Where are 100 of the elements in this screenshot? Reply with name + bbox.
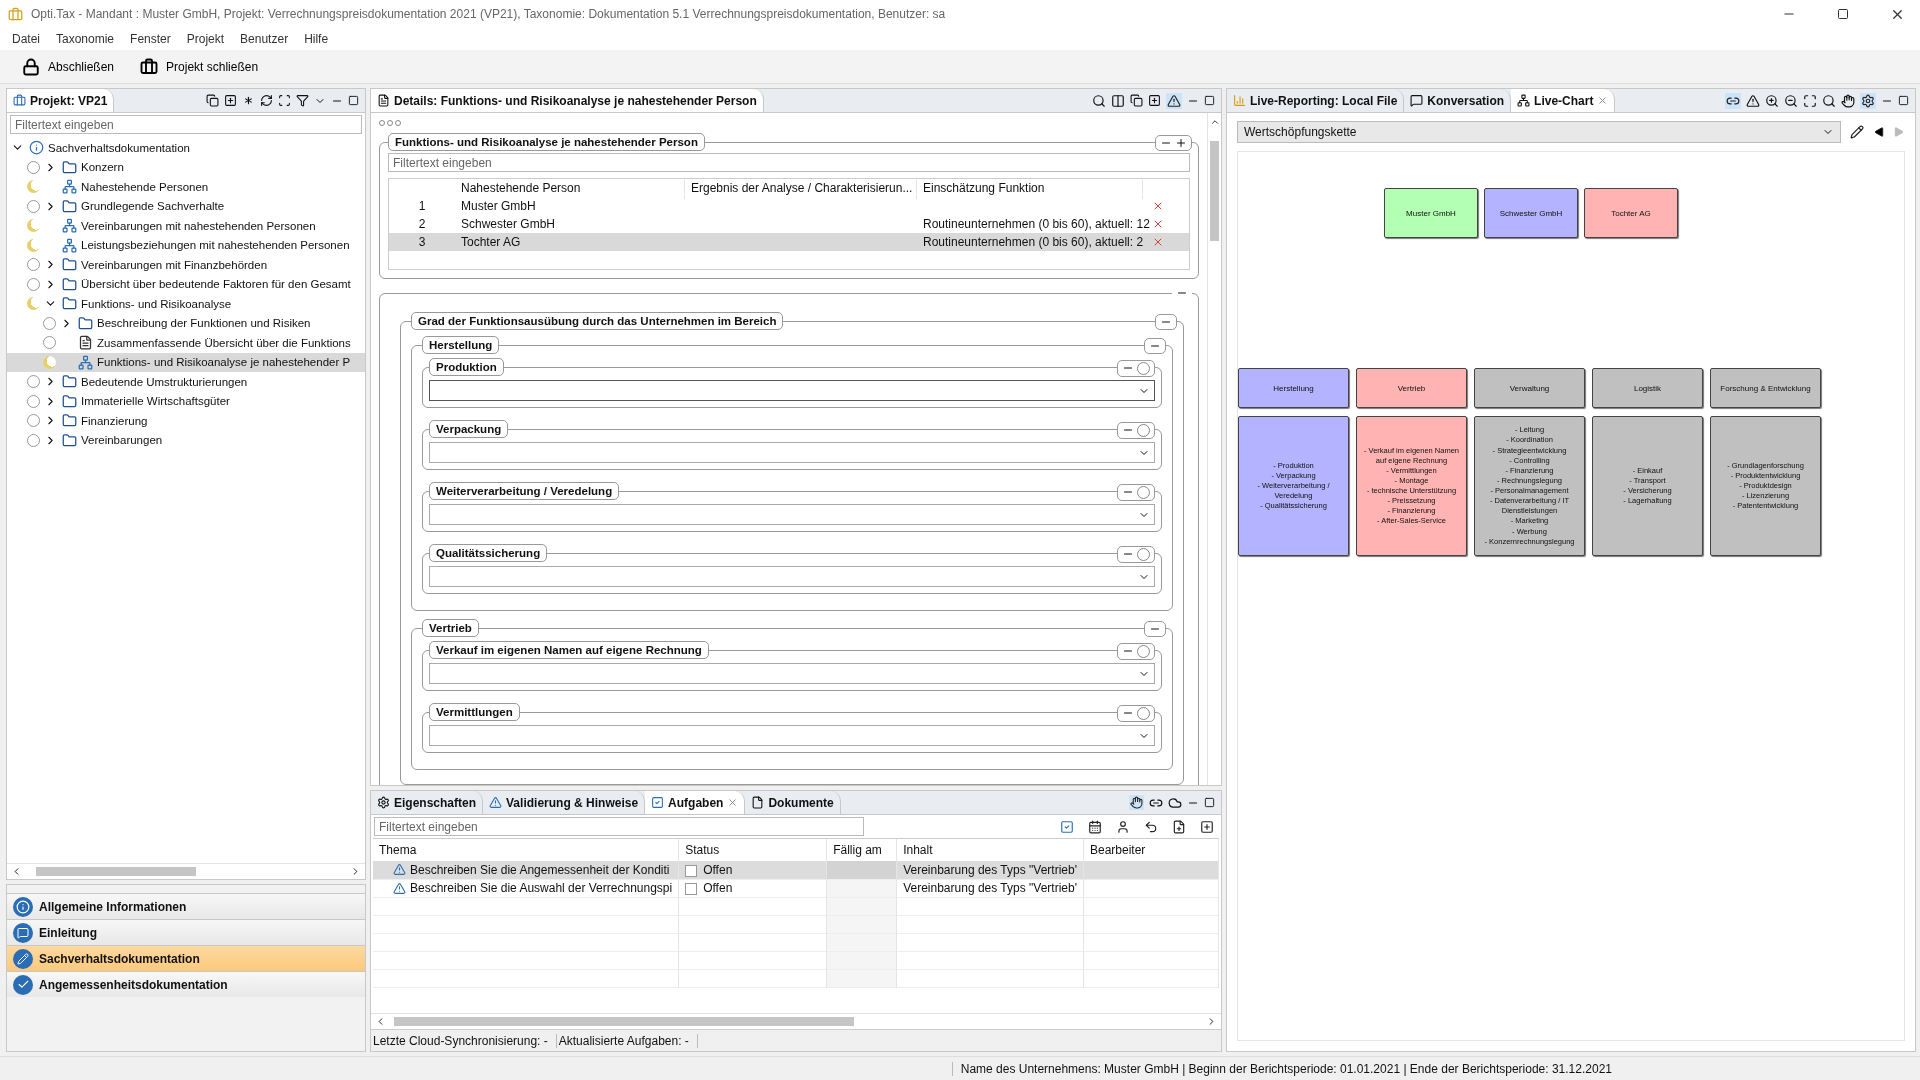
collapse-all-icon[interactable]: [206, 94, 219, 107]
dropdown-field[interactable]: [429, 663, 1155, 684]
dropdown-field[interactable]: [429, 380, 1155, 401]
tree-item[interactable]: Leistungsbeziehungen mit nahestehenden Personen: [7, 235, 365, 255]
calendar-button[interactable]: [1087, 818, 1103, 835]
collapse-all-icon[interactable]: [1130, 94, 1143, 107]
check-button[interactable]: [1059, 818, 1075, 835]
maximize-icon[interactable]: [1204, 797, 1215, 808]
menu-item[interactable]: Datei: [4, 32, 48, 46]
link-button[interactable]: [1725, 92, 1741, 109]
navigation-item[interactable]: Allgemeine Informationen: [7, 893, 365, 919]
filter-field[interactable]: Filtertext eingeben: [10, 115, 362, 134]
hand-icon[interactable]: [1841, 93, 1855, 108]
menu-item[interactable]: Benutzer: [232, 32, 297, 46]
menu-item[interactable]: Hilfe: [296, 32, 337, 46]
dropdown-field[interactable]: [429, 566, 1155, 587]
menu-item[interactable]: Projekt: [178, 32, 233, 46]
tree-item[interactable]: Nahestehende Personen: [7, 177, 365, 197]
tree-item[interactable]: Bedeutende Umstrukturierungen: [7, 372, 365, 392]
tree-item[interactable]: Konzern: [7, 157, 365, 177]
delete-icon[interactable]: [1152, 236, 1164, 248]
tree-item[interactable]: Vereinbarungen: [7, 430, 365, 450]
filter-icon[interactable]: [296, 94, 309, 107]
expand-all-icon[interactable]: [1148, 94, 1161, 107]
panel-tab[interactable]: Live-Chart: [1511, 89, 1616, 112]
maximize-icon[interactable]: [348, 95, 359, 106]
warning-button[interactable]: [1166, 92, 1182, 109]
add-icon[interactable]: [1175, 137, 1187, 149]
dropdown-field[interactable]: [429, 442, 1155, 463]
scroll-thumb[interactable]: [394, 1017, 854, 1026]
settings-button[interactable]: [1860, 92, 1876, 109]
tree-item[interactable]: Vereinbarungen mit nahestehenden Personen: [7, 216, 365, 236]
tree-label: Nahestehende Personen: [81, 180, 209, 193]
user-button[interactable]: [1115, 818, 1131, 835]
tree-item[interactable]: Funktions- und Risikoanalyse: [7, 294, 365, 314]
panel-tab[interactable]: Aufgaben: [645, 791, 746, 814]
warning-icon[interactable]: [1746, 93, 1760, 108]
tree-item[interactable]: Grundlegende Sachverhalte: [7, 196, 365, 216]
tree-item[interactable]: Beschreibung der Funktionen und Risiken: [7, 313, 365, 333]
view-dropdown[interactable]: Wertschöpfungskette: [1237, 121, 1841, 143]
pencil-icon: [1850, 125, 1864, 139]
checkbox[interactable]: [685, 864, 698, 877]
search-icon[interactable]: [1092, 93, 1106, 108]
tree-item[interactable]: Sachverhaltsdokumentation: [7, 138, 365, 158]
close-icon[interactable]: [727, 797, 739, 808]
tree-item[interactable]: Übersicht über bedeutende Faktoren für den Gesamt: [7, 274, 365, 294]
scroll-thumb[interactable]: [36, 867, 196, 876]
column-header[interactable]: Einschätzung Funktion: [917, 177, 1143, 199]
tree-item[interactable]: Immaterielle Wirtschaftsgüter: [7, 391, 365, 411]
previous-button[interactable]: [1873, 126, 1885, 138]
columns-icon[interactable]: [1111, 93, 1125, 108]
menu-item[interactable]: Fenster: [122, 32, 179, 46]
tree-item[interactable]: Vereinbarungen mit Finanzbehörden: [7, 255, 365, 275]
navigation-item[interactable]: Einleitung: [7, 919, 365, 945]
tree-item[interactable]: Zusammenfassende Übersicht über die Funktions: [7, 333, 365, 353]
panel-tab[interactable]: Projekt: VP21: [7, 89, 115, 112]
area-title: Vertrieb: [422, 619, 479, 637]
expand-all-icon[interactable]: [224, 94, 237, 107]
column-header[interactable]: Ergebnis der Analyse / Charakterisierun...: [685, 177, 917, 199]
maximize-icon[interactable]: [1204, 95, 1215, 106]
grid-icon[interactable]: [278, 94, 291, 107]
table-row[interactable]: 1 Muster GmbH: [389, 197, 1189, 215]
table-row[interactable]: 2 Schwester GmbH Routineunternehmen (0 bis 60), aktuell: 12: [389, 215, 1189, 233]
scroll-up-icon[interactable]: [1209, 117, 1220, 127]
dropdown-field[interactable]: [429, 504, 1155, 525]
panel-tab[interactable]: Details: Funktions- und Risikoanalyse je nahestehender Person: [371, 89, 764, 112]
refresh-icon[interactable]: [260, 94, 273, 107]
fit-icon[interactable]: [1803, 93, 1817, 108]
scroll-thumb[interactable]: [1210, 141, 1219, 241]
edit-button[interactable]: [1849, 124, 1865, 140]
column-header[interactable]: Nahestehende Person: [455, 177, 685, 199]
table-row[interactable]: Beschreiben Sie die Angemessenheit der Konditi Offen Vereinbarung des Typs "Vertrieb': [373, 861, 1219, 879]
add-button[interactable]: [1199, 818, 1215, 835]
dropdown-field[interactable]: [429, 725, 1155, 746]
table-row[interactable]: Beschreiben Sie die Auswahl der Verrechnungspi Offen Vereinbarung des Typs "Vertrieb': [373, 879, 1219, 897]
checkbox[interactable]: [685, 882, 698, 895]
close-icon[interactable]: [1597, 95, 1609, 106]
tree-item[interactable]: Finanzierung: [7, 411, 365, 431]
vertical-scrollbar[interactable]: [1207, 113, 1221, 785]
maximize-icon[interactable]: [1898, 95, 1909, 106]
menu-item[interactable]: Taxonomie: [48, 32, 123, 46]
filter-field[interactable]: Filtertext eingeben: [374, 817, 864, 836]
pin-button[interactable]: [1129, 795, 1144, 810]
filter-field[interactable]: Filtertext eingeben: [388, 153, 1190, 172]
toolbar-button[interactable]: Abschließen: [14, 53, 123, 80]
zoom-out-icon[interactable]: [1784, 93, 1798, 108]
tree-item[interactable]: Funktions- und Risikoanalyse je nahestehender P: [7, 352, 365, 372]
tree-label: Grundlegende Sachverhalte: [81, 200, 225, 213]
delete-icon[interactable]: [1152, 200, 1164, 212]
asterisk-icon[interactable]: [242, 94, 255, 107]
file-button[interactable]: [1171, 818, 1187, 835]
toolbar-button[interactable]: Projekt schließen: [132, 53, 267, 80]
navigation-item[interactable]: Angemessenheitsdokumentation: [7, 971, 365, 997]
horizontal-scrollbar[interactable]: [7, 863, 365, 879]
zoom-in-icon[interactable]: [1765, 93, 1779, 108]
navigation-item[interactable]: Sachverhaltsdokumentation: [7, 945, 365, 971]
search-icon[interactable]: [1822, 93, 1836, 108]
table-row[interactable]: 3 Tochter AG Routineunternehmen (0 bis 60), aktuell: 2: [389, 233, 1189, 251]
cloud-icon[interactable]: [1168, 795, 1182, 810]
delete-icon[interactable]: [1152, 218, 1164, 230]
